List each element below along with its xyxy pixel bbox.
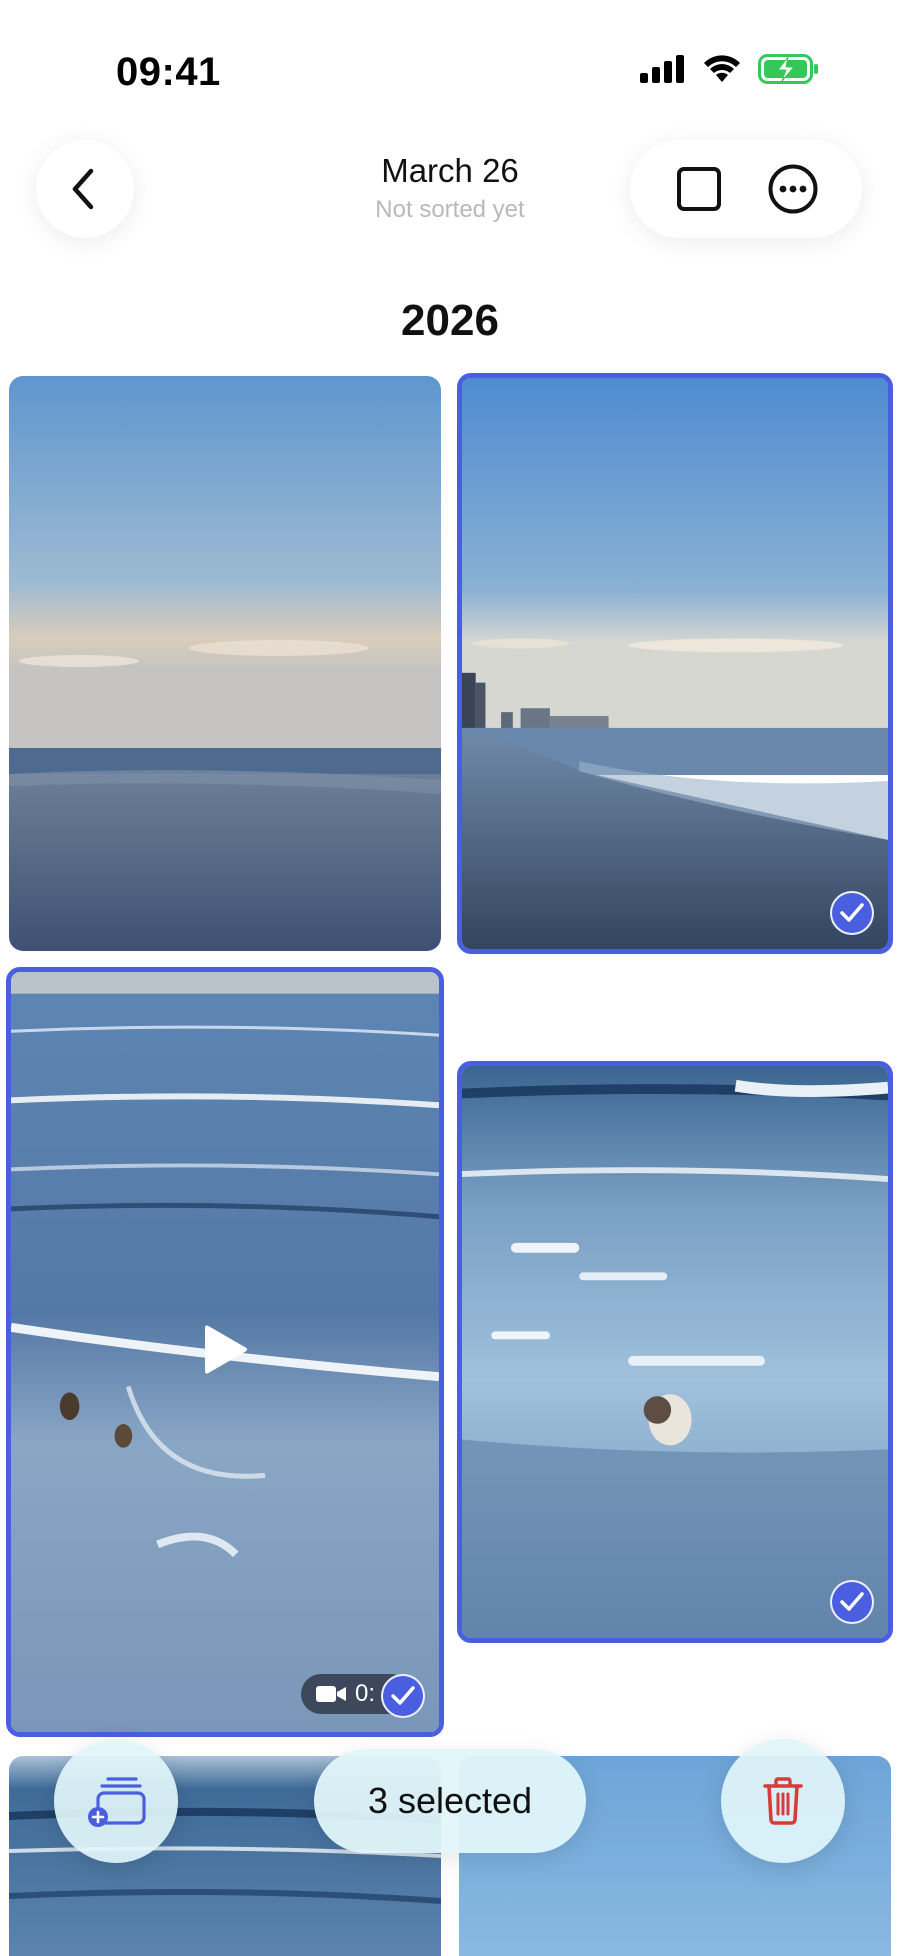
checkmark-icon bbox=[391, 1686, 415, 1705]
more-ellipsis-icon bbox=[768, 164, 818, 214]
more-button[interactable] bbox=[758, 154, 828, 224]
select-square-icon bbox=[677, 167, 721, 211]
add-to-album-icon bbox=[88, 1777, 146, 1827]
play-button[interactable] bbox=[201, 1324, 249, 1381]
trash-icon bbox=[763, 1777, 803, 1825]
selection-count: 3 selected bbox=[314, 1749, 586, 1853]
battery-charging-icon bbox=[758, 54, 818, 84]
wifi-icon bbox=[704, 55, 740, 82]
photo-image bbox=[9, 376, 441, 951]
nav-actions bbox=[630, 140, 862, 238]
video-tile[interactable]: 0: bbox=[6, 967, 444, 1737]
delete-button[interactable] bbox=[721, 1739, 845, 1863]
photo-image bbox=[462, 1066, 888, 1638]
section-year: 2026 bbox=[401, 296, 499, 345]
cellular-signal-icon bbox=[640, 55, 684, 83]
selected-checkmark bbox=[830, 891, 874, 935]
status-time: 09:41 bbox=[116, 50, 221, 94]
checkmark-icon bbox=[840, 903, 864, 922]
checkmark-icon bbox=[840, 1592, 864, 1611]
selected-checkmark bbox=[381, 1674, 425, 1718]
selection-toolbar: 3 selected bbox=[0, 1735, 900, 1865]
photo-tile[interactable] bbox=[9, 376, 441, 951]
video-duration-text: 0: bbox=[355, 1680, 376, 1707]
nav-bar: March 26 Not sorted yet bbox=[0, 130, 900, 250]
add-to-album-button[interactable] bbox=[54, 1739, 178, 1863]
select-button[interactable] bbox=[664, 154, 734, 224]
photo-tile[interactable] bbox=[457, 373, 893, 954]
photo-tile[interactable] bbox=[457, 1061, 893, 1643]
play-icon bbox=[205, 1325, 247, 1374]
status-bar: 09:41 bbox=[0, 0, 900, 140]
video-camera-icon bbox=[316, 1686, 346, 1702]
status-icons bbox=[640, 54, 820, 84]
photo-image bbox=[462, 378, 888, 949]
selected-checkmark bbox=[830, 1580, 874, 1624]
